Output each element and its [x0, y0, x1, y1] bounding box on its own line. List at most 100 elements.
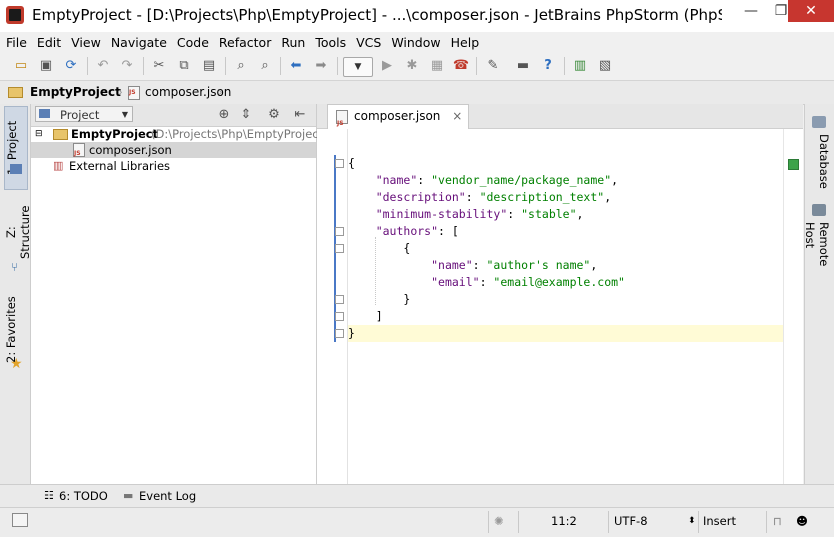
- status-separator: [518, 511, 519, 533]
- fold-marker-icon[interactable]: [335, 159, 344, 168]
- tree-file-label: composer.json: [89, 143, 172, 157]
- project-root-path: (D:\Projects\Php\EmptyProject): [151, 127, 328, 141]
- folder-icon: [8, 87, 23, 98]
- tab-todo[interactable]: 6: TODO: [59, 489, 108, 503]
- breadcrumb-project[interactable]: EmptyProject: [30, 85, 121, 99]
- cut-icon[interactable]: ✂: [150, 58, 168, 74]
- collapse-toggle-icon[interactable]: ⊟: [35, 126, 43, 142]
- help-icon[interactable]: ?: [539, 58, 557, 74]
- back-icon[interactable]: ⬅: [287, 58, 305, 74]
- menu-navigate[interactable]: Navigate: [105, 35, 171, 50]
- editor-gutter: [317, 129, 347, 484]
- code-line-7: "name": "author's name",: [431, 258, 598, 272]
- lock-icon[interactable]: ⊓: [773, 514, 782, 528]
- tab-event-log[interactable]: Event Log: [139, 489, 196, 503]
- folder-icon: [53, 129, 68, 140]
- copy-icon[interactable]: ⧉: [175, 58, 193, 74]
- status-separator: [608, 511, 609, 533]
- left-tool-strip: 1: Project Z: Structure ⑂ 2: Favorites ★: [0, 104, 32, 484]
- json-file-icon: [73, 143, 85, 162]
- settings-icon[interactable]: ✎: [484, 58, 502, 74]
- project-view-label: Project: [60, 108, 100, 122]
- hector-inspector-icon[interactable]: ☻: [796, 514, 808, 528]
- tool-windows-toggle-icon[interactable]: [12, 513, 28, 527]
- upload-icon[interactable]: ▥: [571, 58, 589, 74]
- code-line-5: "authors": [: [375, 224, 459, 238]
- paste-icon[interactable]: ▤: [200, 58, 218, 74]
- scroll-from-source-icon[interactable]: ⊕: [215, 107, 233, 123]
- menu-file[interactable]: File: [0, 35, 31, 50]
- fold-marker-icon[interactable]: [335, 227, 344, 236]
- code-editor[interactable]: { "name": "vendor_name/package_name", "d…: [317, 129, 803, 484]
- tree-node-composer-json[interactable]: composer.json: [31, 142, 316, 162]
- tab-remote-host[interactable]: Remote Host: [803, 218, 831, 296]
- stop-listening-icon[interactable]: ☎: [452, 58, 470, 74]
- code-line-3: "description": "description_text",: [375, 190, 612, 204]
- tab-database[interactable]: Database: [809, 130, 831, 194]
- fold-marker-icon[interactable]: [335, 312, 344, 321]
- tab-composer-json[interactable]: composer.json ×: [327, 104, 470, 135]
- toolbar-separator: [564, 57, 565, 75]
- redo-icon[interactable]: ↷: [118, 58, 136, 74]
- project-panel-header: Project ▼ ⊕ ⇕ ⚙ ⇤: [31, 104, 316, 127]
- close-tab-icon[interactable]: ×: [452, 109, 462, 123]
- deployment-icon[interactable]: ▧: [596, 58, 614, 74]
- menu-code[interactable]: Code: [171, 35, 213, 50]
- tree-node-project-root[interactable]: ⊟ EmptyProject (D:\Projects\Php\EmptyPro…: [31, 126, 328, 142]
- toolbar-separator: [280, 57, 281, 75]
- inspection-status-icon[interactable]: [788, 159, 799, 170]
- bottom-tool-strip: ☷ 6: TODO ▬ Event Log: [0, 484, 834, 507]
- toolbar-separator: [225, 57, 226, 75]
- menu-vcs[interactable]: VCS: [350, 35, 385, 50]
- chevron-right-icon: ›: [218, 85, 223, 99]
- file-encoding[interactable]: UTF-8: [614, 514, 648, 528]
- tree-node-external-libraries[interactable]: ▥ External Libraries: [31, 158, 316, 174]
- find-icon[interactable]: ⌕: [232, 58, 250, 74]
- replace-icon[interactable]: ⌕: [256, 58, 274, 74]
- coverage-icon[interactable]: ▦: [428, 58, 446, 74]
- library-icon: ▥: [53, 159, 64, 172]
- menu-view[interactable]: View: [65, 35, 105, 50]
- menu-run[interactable]: Run: [275, 35, 309, 50]
- fold-marker-icon[interactable]: [335, 329, 344, 338]
- menu-bar: File Edit View Navigate Code Refactor Ru…: [0, 32, 834, 52]
- minimize-button[interactable]: —: [736, 0, 766, 22]
- gear-icon[interactable]: ⚙: [265, 107, 283, 123]
- background-tasks-icon[interactable]: ✺: [494, 514, 504, 528]
- tab-structure[interactable]: Z: Structure: [4, 194, 32, 270]
- project-structure-icon[interactable]: ▬: [514, 58, 532, 74]
- synchronize-icon[interactable]: ⟳: [62, 58, 80, 74]
- toolbar-separator: [476, 57, 477, 75]
- editor-tab-bar: composer.json ×: [317, 104, 803, 135]
- save-all-icon[interactable]: ▣: [37, 58, 55, 74]
- json-file-icon: [336, 110, 348, 135]
- insert-mode[interactable]: Insert: [703, 514, 736, 528]
- hide-panel-icon[interactable]: ⇤: [291, 107, 309, 123]
- menu-tools[interactable]: Tools: [309, 35, 350, 50]
- debug-icon[interactable]: ✱: [403, 58, 421, 74]
- menu-refactor[interactable]: Refactor: [213, 35, 275, 50]
- phpstorm-app-icon[interactable]: [6, 6, 24, 24]
- run-icon[interactable]: ▶: [378, 58, 396, 74]
- undo-icon[interactable]: ↶: [94, 58, 112, 74]
- project-tool-window: Project ▼ ⊕ ⇕ ⚙ ⇤ ⊟ EmptyProject (D:\Pro…: [31, 104, 328, 484]
- run-configuration-dropdown[interactable]: ▼: [343, 57, 373, 77]
- code-line-11: }: [348, 326, 355, 340]
- code-line-10: ]: [348, 309, 383, 323]
- project-tab-icon: [10, 164, 22, 174]
- code-line-4: "minimum-stability": "stable",: [375, 207, 584, 221]
- close-button[interactable]: ✕: [788, 0, 834, 22]
- collapse-all-icon[interactable]: ⇕: [237, 107, 255, 123]
- fold-marker-icon[interactable]: [335, 295, 344, 304]
- right-tool-strip: Database Remote Host: [803, 104, 834, 484]
- caret-position[interactable]: 11:2: [551, 514, 577, 528]
- menu-window[interactable]: Window: [385, 35, 444, 50]
- forward-icon[interactable]: ➡: [312, 58, 330, 74]
- tab-project[interactable]: 1: Project: [4, 106, 28, 190]
- fold-marker-icon[interactable]: [335, 244, 344, 253]
- menu-help[interactable]: Help: [445, 35, 484, 50]
- open-folder-icon[interactable]: ▭: [12, 58, 30, 74]
- menu-edit[interactable]: Edit: [31, 35, 65, 50]
- project-view-icon: [39, 109, 50, 118]
- event-log-icon: ▬: [123, 489, 134, 502]
